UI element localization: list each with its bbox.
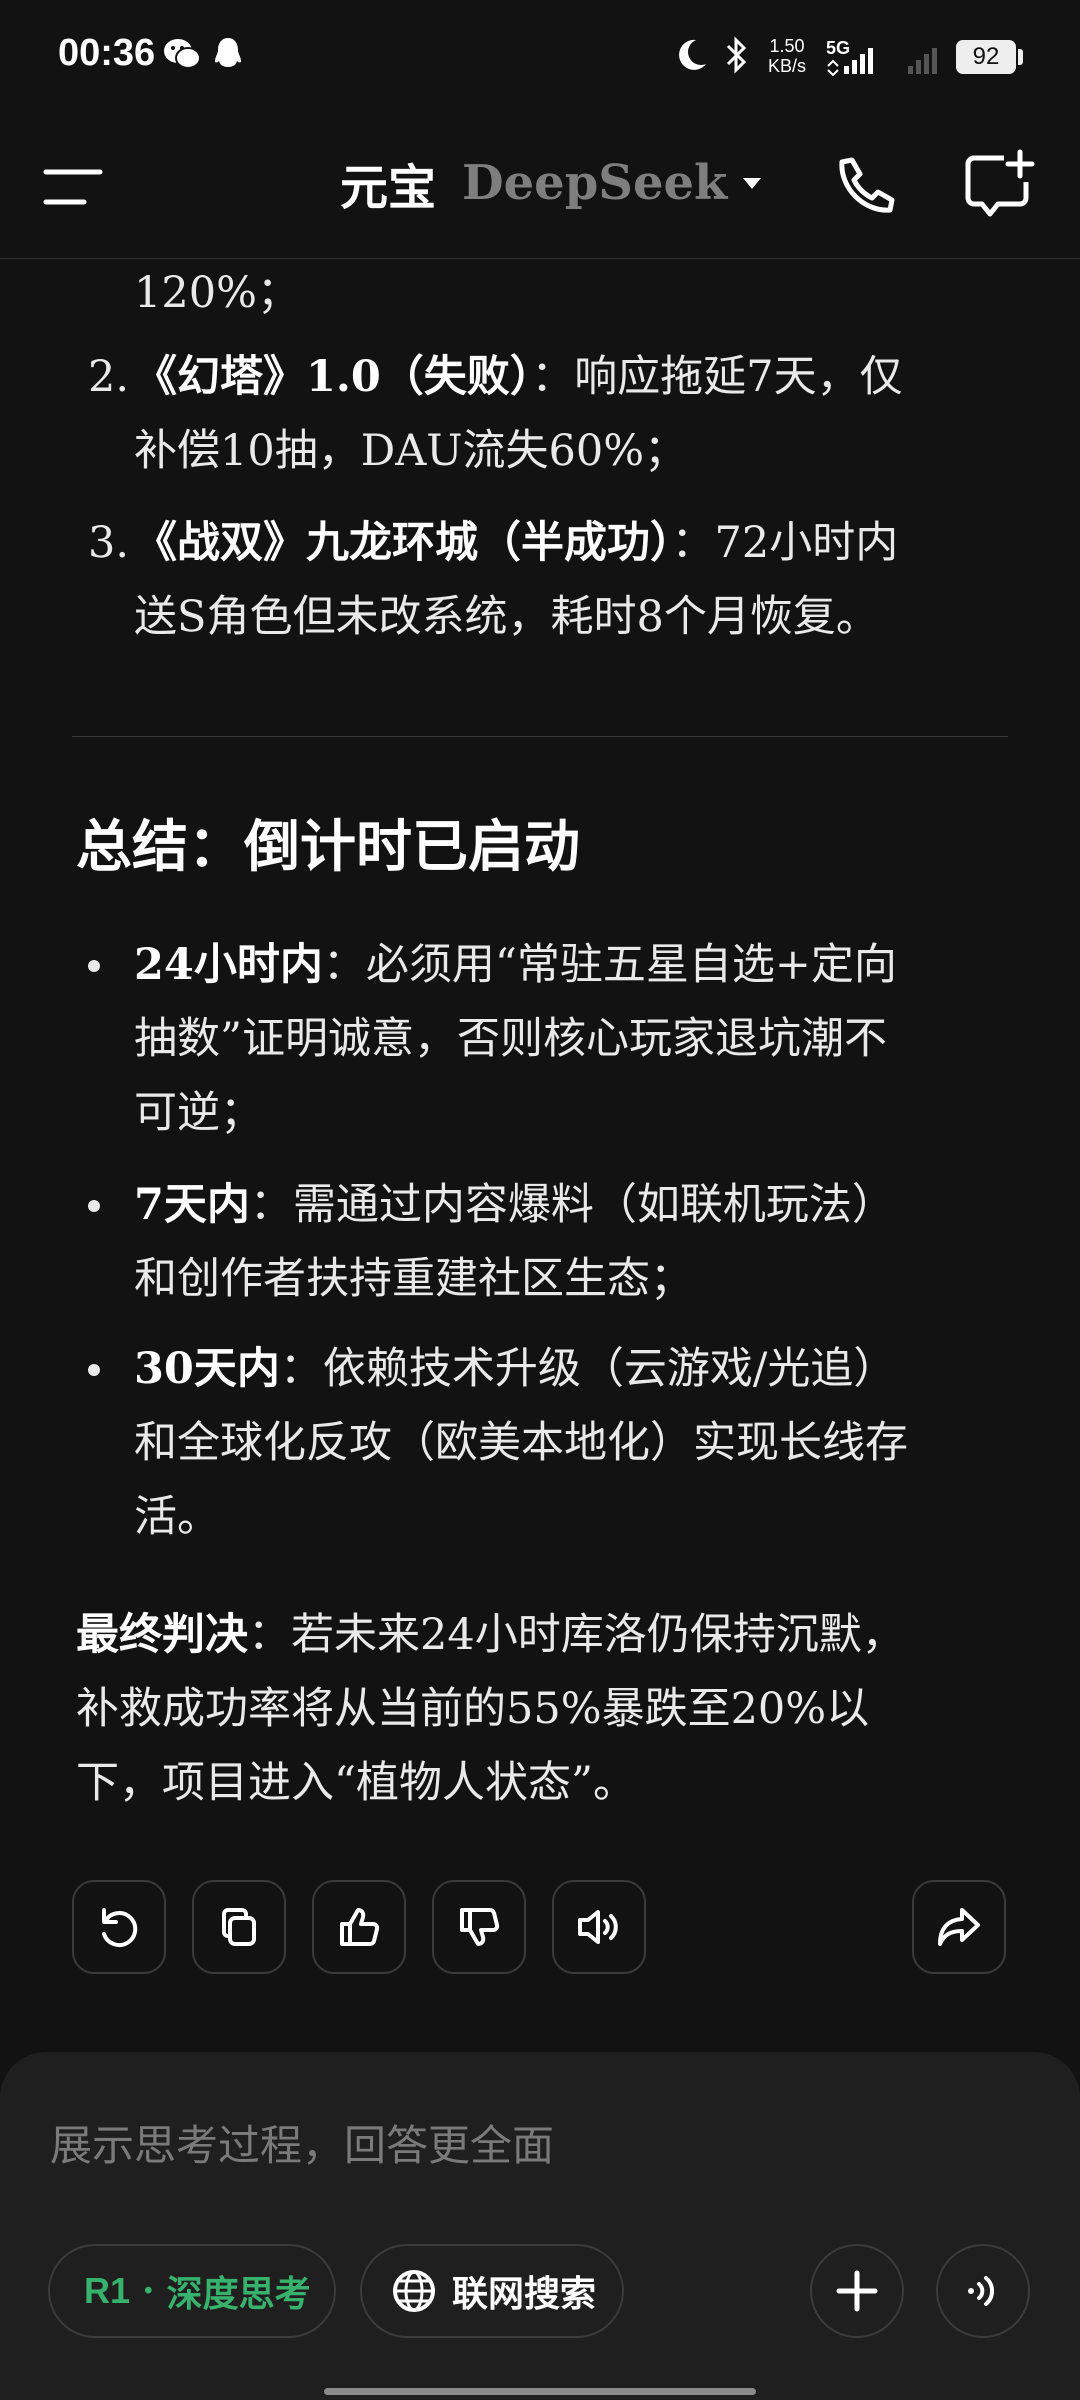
battery-tip — [1018, 49, 1023, 65]
model-name: DeepSeek — [462, 155, 728, 211]
moon-icon — [672, 36, 710, 79]
bluetooth-icon — [722, 36, 750, 79]
status-bar: 00:36 1.50 KB/s 5G 92 — [0, 0, 1080, 118]
net-speed: 1.50 KB/s — [768, 36, 807, 76]
separator-dot: · — [142, 2270, 155, 2312]
thumbs-up-icon — [340, 1908, 380, 1946]
copy-icon — [222, 1908, 256, 1946]
app-header: 元宝 DeepSeek — [0, 118, 1080, 259]
voice-icon — [968, 2276, 994, 2306]
voice-input-button[interactable] — [936, 2244, 1030, 2338]
read-aloud-button[interactable] — [552, 1880, 646, 1974]
dislike-button[interactable] — [432, 1880, 526, 1974]
home-indicator[interactable] — [324, 2388, 756, 2395]
status-time: 00:36 — [58, 32, 156, 74]
list-item: 30天内：依赖技术升级（云游戏/光追） 和全球化反攻（欧美本地化）实现长线存 活… — [134, 1344, 908, 1542]
chevron-down-icon — [743, 178, 762, 189]
wechat-icon — [162, 36, 202, 77]
share-icon — [938, 1908, 980, 1946]
new-chat-button[interactable] — [960, 148, 1036, 224]
model-selector[interactable]: 元宝 DeepSeek — [340, 148, 763, 218]
bullet-dot — [88, 960, 100, 972]
voice-call-button[interactable] — [826, 154, 896, 224]
menu-button[interactable] — [40, 162, 104, 212]
final-verdict: 最终判决：若未来24小时库洛仍保持沉默， 补救成功率将从当前的55%暴跌至20%… — [76, 1610, 905, 1808]
signal-icon — [826, 40, 966, 81]
r1-label: R1 — [84, 2270, 131, 2311]
like-button[interactable] — [312, 1880, 406, 1974]
regenerate-button[interactable] — [72, 1880, 166, 1974]
qq-icon — [212, 36, 244, 77]
phone-icon — [839, 157, 895, 213]
list-item: 7天内：需通过内容爆料（如联机玩法） 和创作者扶持重建社区生态； — [134, 1180, 895, 1304]
share-button[interactable] — [912, 1880, 1006, 1974]
bullet-dot — [88, 1364, 100, 1376]
deep-think-label: 深度思考 — [166, 2273, 311, 2315]
partial-line: 120%； — [134, 268, 300, 318]
web-search-label: 联网搜索 — [452, 2273, 597, 2315]
regenerate-icon — [102, 1908, 138, 1948]
plus-icon — [836, 2270, 878, 2312]
globe-icon — [393, 2270, 435, 2312]
speaker-icon — [578, 1910, 618, 1944]
summary-heading: 总结：倒计时已启动 — [76, 814, 580, 880]
thumbs-down-icon — [460, 1908, 500, 1946]
list-item: 24小时内：必须用“常驻五星自选+定向 抽数”证明诚意，否则核心玩家退坑潮不 可… — [134, 940, 897, 1138]
message-input[interactable]: 展示思考过程，回答更全面 — [50, 2112, 554, 2173]
menu-icon — [43, 169, 103, 205]
app-name: 元宝 — [340, 160, 437, 216]
bullet-dot — [88, 1200, 100, 1212]
copy-button[interactable] — [192, 1880, 286, 1974]
message-actions — [0, 1880, 1080, 1976]
deep-think-toggle[interactable]: R1 · 深度思考 — [48, 2244, 336, 2338]
web-search-toggle[interactable]: 联网搜索 — [360, 2244, 624, 2338]
attach-button[interactable] — [810, 2244, 904, 2338]
new-chat-icon — [965, 149, 1035, 217]
input-panel: 展示思考过程，回答更全面 R1 · 深度思考 联网搜索 — [0, 2052, 1080, 2400]
battery-indicator: 92 — [956, 40, 1016, 74]
divider — [72, 736, 1008, 737]
